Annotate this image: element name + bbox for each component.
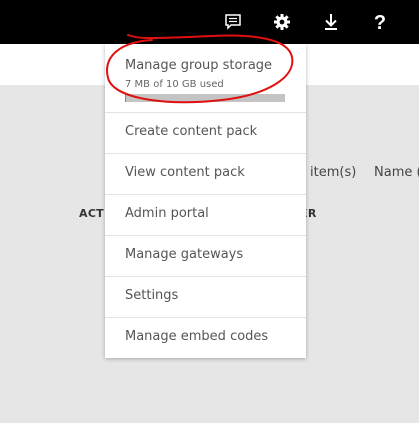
menu-item-label: Manage embed codes [125,329,269,344]
menu-item-view-content-pack[interactable]: View content pack [105,153,306,193]
menu-item-create-content-pack[interactable]: Create content pack [105,112,306,152]
menu-item-label: Settings [125,288,179,303]
storage-title: Manage group storage [125,58,273,73]
storage-usage-bar [125,94,285,102]
help-icon: ? [374,12,386,32]
gear-icon [274,14,290,30]
help-button[interactable]: ? [356,0,404,44]
menu-item-label: Admin portal [125,206,209,221]
menu-item-label: Create content pack [125,124,258,139]
column-header-left: ACTI [79,207,109,220]
download-icon [325,14,337,30]
storage-usage-text: 7 MB of 10 GB used [125,79,224,90]
feedback-button[interactable] [209,0,257,44]
menu-item-manage-group-storage[interactable]: Manage group storage 7 MB of 10 GB used [105,44,306,112]
menu-item-label: View content pack [125,165,245,180]
menu-item-settings[interactable]: Settings [105,276,306,316]
item-count-label: item(s) [310,165,357,180]
menu-item-label: Manage gateways [125,247,244,262]
top-bar: ? [0,0,419,44]
menu-item-manage-gateways[interactable]: Manage gateways [105,235,306,275]
sort-name-label[interactable]: Name ( [374,165,419,180]
feedback-icon [225,14,241,30]
menu-item-admin-portal[interactable]: Admin portal [105,194,306,234]
settings-button[interactable] [258,0,306,44]
help-glyph: ? [374,12,386,32]
menu-item-manage-embed-codes[interactable]: Manage embed codes [105,317,306,357]
download-button[interactable] [307,0,355,44]
settings-dropdown-menu: Manage group storage 7 MB of 10 GB used … [105,44,306,358]
